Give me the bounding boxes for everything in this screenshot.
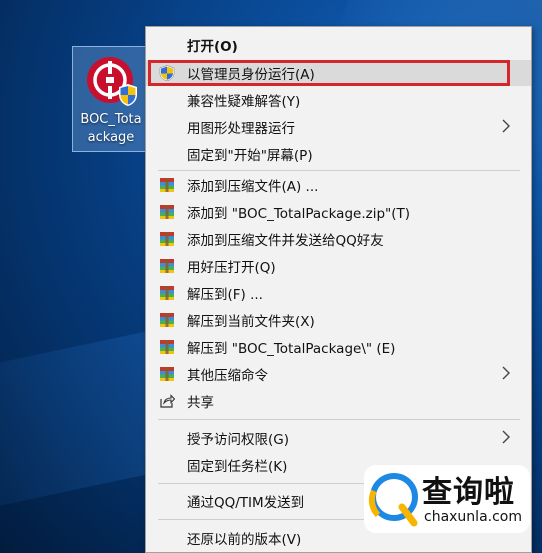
annotation-highlight-box [148, 60, 510, 86]
chevron-right-icon [502, 119, 510, 133]
menu-item-label: 通过QQ/TIM发送到 [187, 495, 305, 511]
menu-item-pin-to-start[interactable]: 固定到"开始"屏幕(P) [146, 141, 531, 167]
archive-icon [160, 178, 174, 192]
menu-item-extract-to-folder[interactable]: 解压到 "BOC_TotalPackage\" (E) [146, 334, 531, 360]
menu-item-label: 用好压打开(Q) [187, 260, 276, 276]
archive-icon [160, 205, 174, 219]
menu-item-add-and-send-qq[interactable]: 添加到压缩文件并发送给QQ好友 [146, 226, 531, 252]
archive-icon [160, 286, 174, 300]
desktop-icon-label: BOC_Tota ackage [73, 111, 149, 147]
menu-item-label: 用图形处理器运行 [187, 121, 295, 137]
menu-item-label: 添加到压缩文件(A) ... [187, 179, 319, 195]
share-icon [160, 394, 175, 408]
menu-item-label: 添加到压缩文件并发送给QQ好友 [187, 233, 384, 249]
menu-item-label: 添加到 "BOC_TotalPackage.zip"(T) [187, 206, 411, 222]
archive-icon [160, 232, 174, 246]
menu-item-label: 还原以前的版本(V) [187, 532, 302, 548]
archive-icon [160, 367, 174, 381]
menu-separator [158, 170, 520, 171]
archive-icon [160, 259, 174, 273]
menu-item-open-with-haozip[interactable]: 用好压打开(Q) [146, 253, 531, 279]
menu-item-label: 解压到 "BOC_TotalPackage\" (E) [187, 341, 396, 357]
icon-label-line2: ackage [87, 130, 135, 145]
menu-separator [158, 419, 520, 420]
archive-icon [160, 340, 174, 354]
uac-shield-icon [119, 84, 137, 106]
menu-item-grant-access[interactable]: 授予访问权限(G) [146, 425, 531, 451]
watermark-title: 查询啦 [422, 475, 515, 510]
watermark-url: chaxunla.com [424, 509, 522, 525]
desktop-file-icon[interactable]: BOC_Tota ackage [72, 46, 148, 152]
watermark: 查询啦 chaxunla.com [364, 465, 530, 533]
chevron-right-icon [502, 430, 510, 444]
chevron-right-icon [502, 366, 510, 380]
menu-item-label: 共享 [187, 395, 214, 411]
menu-item-label: 兼容性疑难解答(Y) [187, 94, 301, 110]
archive-icon [160, 313, 174, 327]
menu-item-label: 固定到"开始"屏幕(P) [187, 148, 313, 164]
search-q-logo-icon [368, 473, 418, 527]
menu-item-label: 打开(O) [187, 39, 238, 55]
icon-label-line1: BOC_Tota [80, 112, 142, 127]
menu-item-run-with-gpu[interactable]: 用图形处理器运行 [146, 114, 531, 140]
menu-item-open[interactable]: 打开(O) [146, 32, 531, 58]
menu-item-label: 解压到当前文件夹(X) [187, 314, 315, 330]
menu-item-label: 固定到任务栏(K) [187, 459, 288, 475]
menu-item-add-to-zip[interactable]: 添加到 "BOC_TotalPackage.zip"(T) [146, 199, 531, 225]
menu-item-label: 授予访问权限(G) [187, 432, 289, 448]
menu-item-extract-here[interactable]: 解压到当前文件夹(X) [146, 307, 531, 333]
menu-item-share[interactable]: 共享 [146, 388, 531, 414]
menu-item-add-to-archive[interactable]: 添加到压缩文件(A) ... [146, 172, 531, 198]
menu-item-label: 其他压缩命令 [187, 368, 268, 384]
menu-item-label: 解压到(F) ... [187, 287, 263, 303]
menu-item-compat-troubleshoot[interactable]: 兼容性疑难解答(Y) [146, 87, 531, 113]
menu-item-other-compress-commands[interactable]: 其他压缩命令 [146, 361, 531, 387]
menu-item-extract-to[interactable]: 解压到(F) ... [146, 280, 531, 306]
